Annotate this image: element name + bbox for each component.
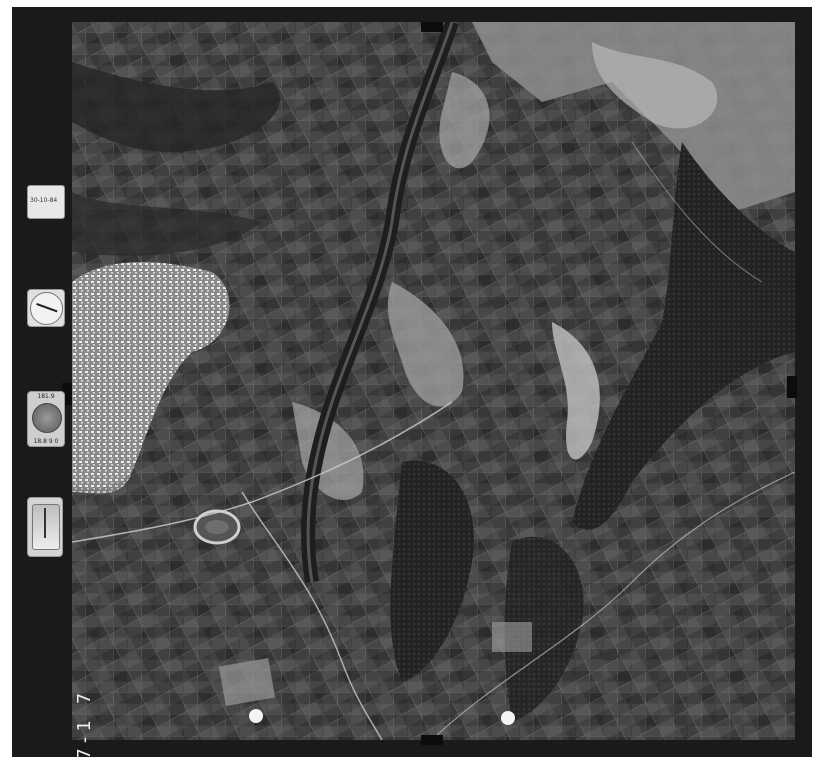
altimeter-instrument [27,497,63,557]
bubble-level-icon [32,403,62,433]
fiducial-mark-right [787,376,797,398]
aerial-terrain [72,22,795,740]
frame-number: 7-1 7 [74,690,95,760]
fiducial-mark-top [421,22,443,32]
level-label-top: 181.9 [37,393,55,400]
altimeter-dial-icon [32,504,60,550]
date-counter: 30-10-84 [27,185,65,219]
fiducial-mark-bottom [421,735,443,745]
data-strip: 30-10-84 181.9 18.8 9 0 [12,7,72,757]
level-label-bottom: 18.8 9 0 [33,438,59,445]
date-text: 30-10-84 [30,197,58,204]
level-instrument: 181.9 18.8 9 0 [27,391,65,447]
aerial-photo [72,22,795,740]
clock-instrument [27,289,65,327]
altimeter-needle [44,508,46,538]
